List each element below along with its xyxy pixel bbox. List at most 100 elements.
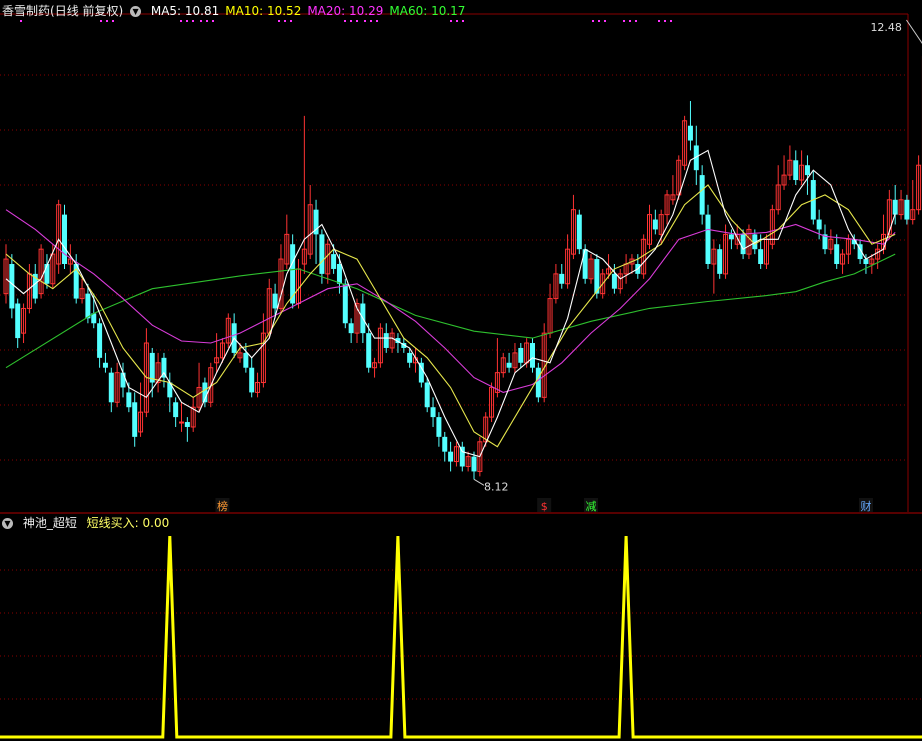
candle-down xyxy=(804,165,810,176)
candle-down xyxy=(705,214,711,264)
sub-chart-header: ▼ 神池_超短 短线买入: 0.00 xyxy=(2,515,175,531)
period-label: (日线 前复权) xyxy=(50,4,124,18)
candle-down xyxy=(740,234,746,255)
top-dot-3 xyxy=(180,20,182,22)
top-dot-13 xyxy=(350,20,352,22)
candle-down xyxy=(184,422,190,427)
chevron-down-icon[interactable]: ▼ xyxy=(130,6,142,17)
event-marker-label: 减 xyxy=(586,500,597,513)
candle-down xyxy=(272,293,278,309)
candle-down xyxy=(758,249,764,264)
main-chart-header: 香雪制药(日线 前复权) ▼ MA5: 10.81 MA10: 10.52 MA20… xyxy=(2,3,477,19)
signal-label: 短线买入: 0.00 xyxy=(86,516,170,530)
chevron-down-icon[interactable]: ▼ xyxy=(2,518,13,529)
candle-down xyxy=(471,456,477,472)
candle-down xyxy=(506,362,512,368)
top-dot-7 xyxy=(206,20,208,22)
candle-down xyxy=(342,283,348,324)
top-dot-29 xyxy=(670,20,672,22)
candle-down xyxy=(319,234,325,274)
candle-down xyxy=(448,451,454,462)
chart-stage: 12.48 8.12 榜 $ 减 财 香雪制药(日线 前复权) ▼ MA5: 10.81 M… xyxy=(0,0,922,741)
top-dot-10 xyxy=(284,20,286,22)
top-dot-19 xyxy=(456,20,458,22)
candle-down xyxy=(97,323,103,358)
top-dot-9 xyxy=(278,20,280,22)
top-dot-24 xyxy=(623,20,625,22)
candle-down xyxy=(816,219,822,230)
candle-down xyxy=(348,323,354,334)
candle-down xyxy=(243,352,249,368)
ma10-line xyxy=(5,184,896,448)
event-marker-label: $ xyxy=(541,500,548,513)
candle-down xyxy=(834,244,840,264)
event-marker-label: 榜 xyxy=(217,499,228,513)
low-pointer xyxy=(473,478,485,486)
top-dot-8 xyxy=(212,20,214,22)
top-dot-16 xyxy=(370,20,372,22)
kline-chart: 12.48 8.12 榜 $ 减 财 xyxy=(0,13,922,739)
candle-down xyxy=(518,347,524,363)
candle-down xyxy=(442,436,448,452)
candle-down xyxy=(436,417,442,437)
candle-down xyxy=(535,367,541,398)
candle-down xyxy=(120,372,126,388)
candle-down xyxy=(85,293,91,319)
candle-down xyxy=(62,214,67,264)
candle-down xyxy=(611,273,617,289)
candle-down xyxy=(717,249,723,274)
top-dot-2 xyxy=(112,20,114,22)
candle-down xyxy=(430,407,436,418)
candle-down xyxy=(904,199,910,220)
stock-name: 香雪制药 xyxy=(2,4,51,18)
top-dot-20 xyxy=(462,20,464,22)
ma60-line xyxy=(5,253,896,369)
top-dot-21 xyxy=(592,20,594,22)
candle-up xyxy=(179,421,184,424)
top-dot-4 xyxy=(186,20,188,22)
top-dot-6 xyxy=(200,20,202,22)
candle-down xyxy=(424,382,430,408)
top-dot-1 xyxy=(106,20,108,22)
candle-down xyxy=(44,264,50,284)
ma-label-2: MA20: 10.29 xyxy=(307,4,384,18)
candle-down xyxy=(173,402,179,418)
top-dot-18 xyxy=(450,20,452,22)
candle-down xyxy=(407,352,413,363)
candle-down xyxy=(108,372,114,403)
top-dot-27 xyxy=(658,20,660,22)
signal-line xyxy=(0,535,922,739)
event-marker-label: 财 xyxy=(860,499,871,513)
candle-down xyxy=(132,402,138,437)
top-dot-12 xyxy=(344,20,346,22)
top-dot-11 xyxy=(290,20,292,22)
candle-down xyxy=(687,125,693,141)
candle-down xyxy=(331,254,337,269)
candle-down xyxy=(728,234,734,240)
low-price-label: 8.12 xyxy=(484,480,509,493)
candle-down xyxy=(336,264,342,284)
high-pointer xyxy=(906,19,922,44)
top-dot-0 xyxy=(100,20,102,22)
top-dot-17 xyxy=(376,20,378,22)
candle-down xyxy=(559,273,565,284)
candle-down xyxy=(9,264,15,309)
top-dot-5 xyxy=(192,20,194,22)
ma20-line xyxy=(5,209,896,393)
candle-down xyxy=(383,333,389,348)
top-dot-14 xyxy=(356,20,358,22)
candle-down xyxy=(126,392,132,408)
top-dot-26 xyxy=(635,20,637,22)
candle-down xyxy=(366,333,372,368)
top-dot-15 xyxy=(364,20,366,22)
top-dot-left xyxy=(20,20,22,22)
top-dot-22 xyxy=(598,20,600,22)
candle-down xyxy=(459,446,465,467)
top-dot-23 xyxy=(604,20,606,22)
high-price-label: 12.48 xyxy=(870,21,902,34)
indicator-name: 神池_超短 xyxy=(22,516,77,530)
candle-down xyxy=(863,259,869,264)
candle-down xyxy=(892,199,898,215)
ma5-line xyxy=(5,149,896,458)
ma-label-3: MA60: 10.17 xyxy=(389,4,466,18)
